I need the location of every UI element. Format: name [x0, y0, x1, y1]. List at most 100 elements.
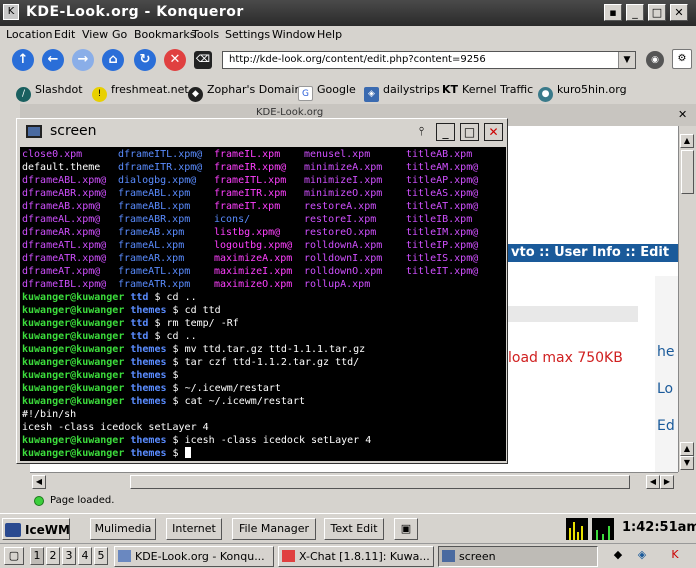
ls-entry: frameABR.xpm	[118, 214, 191, 225]
clock[interactable]: 1:42:51am	[622, 520, 696, 535]
bookmark-zophars-domain[interactable]: ◆ Zophar's Domain	[188, 82, 301, 102]
bookmark-kuro5hin[interactable]: ● kuro5hin.org	[538, 82, 627, 102]
scroll-up-arrow[interactable]: ▲	[680, 134, 694, 148]
side-link-1[interactable]: he	[657, 344, 675, 360]
ls-entry: maximizeA.xpm	[214, 253, 293, 264]
maximize-button[interactable]: □	[648, 4, 666, 21]
scroll-left-arrow[interactable]: ◀	[32, 475, 46, 489]
workspace-3[interactable]: 3	[62, 547, 76, 565]
bookmark-kernel-traffic[interactable]: KT Kernel Traffic	[442, 82, 533, 98]
url-input[interactable]: http://kde-look.org/content/edit.php?con…	[222, 51, 636, 69]
tray-icon-1[interactable]: ◆	[608, 547, 628, 565]
terminal-window[interactable]: screen ⫯ _ □ ✕ close0.xpm dframeITL.xpm@ f…	[16, 118, 508, 464]
task-konqueror[interactable]: KDE-Look.org - Konqu...	[114, 546, 274, 567]
ls-entry: rolldownA.xpm	[304, 240, 383, 251]
menu-window[interactable]: Window	[272, 28, 315, 41]
scroll-right-arrow[interactable]: ▶	[660, 475, 674, 489]
ls-entry: minimizeI.xpm	[304, 175, 383, 186]
ls-entry: icons/	[214, 214, 251, 225]
horizontal-scrollbar[interactable]: ◀ ◀ ▶	[30, 472, 678, 490]
ls-entry: dframeATL.xpm@	[22, 240, 107, 251]
terminal-line: kuwanger@kuwanger themes $	[22, 447, 506, 460]
menu-view[interactable]: View	[82, 28, 108, 41]
sticky-button[interactable]: ▪	[604, 4, 622, 21]
reload-icon[interactable]: ↻	[134, 49, 156, 71]
scroll-up-arrow-bottom[interactable]: ▲	[680, 442, 694, 456]
up-icon[interactable]: ↑	[12, 49, 34, 71]
menu-bookmarks[interactable]: Bookmarks	[134, 28, 195, 41]
menu-go[interactable]: Go	[112, 28, 127, 41]
terminal-icon[interactable]	[26, 125, 42, 138]
bookmark-dailystrips[interactable]: ◈ dailystrips	[364, 82, 440, 102]
kuro5hin-icon: ●	[538, 87, 553, 102]
vertical-scrollbar[interactable]: ▲ ▲ ▼	[678, 126, 696, 472]
task-screen[interactable]: screen	[438, 546, 598, 567]
ls-entry: titleAT.xpm@	[406, 201, 479, 212]
tab-kde-look[interactable]: KDE-Look.org	[256, 107, 323, 118]
bookmark-google[interactable]: G Google	[298, 82, 356, 101]
workspace-2[interactable]: 2	[46, 547, 60, 565]
scroll-left-arrow-right[interactable]: ◀	[646, 475, 660, 489]
workspace-4[interactable]: 4	[78, 547, 92, 565]
side-link-2[interactable]: Lo	[657, 381, 673, 397]
menu-location[interactable]: Location	[6, 28, 53, 41]
ls-entry: frameABL.xpm	[118, 201, 191, 212]
pin-icon[interactable]: ⫯	[412, 123, 431, 141]
forward-icon[interactable]: →	[72, 49, 94, 71]
google-icon: G	[298, 86, 313, 101]
terminal-titlebar[interactable]: screen ⫯ _ □ ✕	[18, 121, 506, 143]
clear-location-icon[interactable]: ⌫	[194, 51, 212, 69]
task-xchat[interactable]: X-Chat [1.8.11]: Kuwa...	[278, 546, 434, 567]
ls-entry: titleIM.xpm@	[406, 227, 479, 238]
search-icon[interactable]: ◉	[646, 51, 664, 69]
kernel-traffic-icon: KT	[442, 83, 459, 96]
stop-icon[interactable]: ✕	[164, 49, 186, 71]
window-list-icon[interactable]: ▢	[4, 547, 24, 565]
workspace-5[interactable]: 5	[94, 547, 108, 565]
ls-entry: close0.xpm	[22, 149, 83, 160]
home-icon[interactable]: ⌂	[102, 49, 124, 71]
terminal-close-button[interactable]: ✕	[484, 123, 503, 141]
main-toolbar: ↑ ← → ⌂ ↻ ✕ ⌫ http://kde-look.org/conten…	[0, 45, 696, 75]
scroll-thumb[interactable]	[681, 150, 694, 194]
menu-help[interactable]: Help	[317, 28, 342, 41]
side-link-3[interactable]: Ed	[657, 418, 675, 434]
konqueror-titlebar[interactable]: K KDE-Look.org - Konqueror ▪ _ □ ✕	[0, 0, 696, 26]
bookmark-slashdot[interactable]: / Slashdot	[16, 82, 83, 102]
menu-settings[interactable]: Settings	[225, 28, 270, 41]
show-desktop-icon[interactable]: ▣	[394, 518, 418, 540]
url-history-dropdown[interactable]: ▼	[618, 52, 635, 68]
terminal-minimize-button[interactable]: _	[436, 123, 455, 141]
back-icon[interactable]: ←	[42, 49, 64, 71]
terminal-screen[interactable]: close0.xpm dframeITL.xpm@ frameIL.xpm menus…	[20, 147, 506, 461]
quick-launch-text-edit[interactable]: Text Edit	[324, 518, 384, 540]
scroll-down-arrow[interactable]: ▼	[680, 456, 694, 470]
ls-entry: frameIL.xpm	[214, 149, 281, 160]
tray-icon-2[interactable]: ◈	[632, 547, 652, 565]
screen-task-icon	[442, 550, 455, 562]
icewm-start-button[interactable]: IceWM	[2, 518, 70, 540]
quick-launch-internet[interactable]: Internet	[166, 518, 222, 540]
close-tab-icon[interactable]: ✕	[678, 108, 687, 121]
ls-entry: frameATL.xpm	[118, 266, 191, 277]
terminal-line: kuwanger@kuwanger ttd $ rm temp/ -Rf	[22, 318, 245, 329]
ls-entry: restoreI.xpm	[304, 214, 377, 225]
konqueror-task-icon	[118, 550, 131, 562]
tray-icon-3[interactable]: K	[664, 547, 686, 567]
ls-entry: minimizeA.xpm	[304, 162, 383, 173]
quick-launch-file-manager[interactable]: File Manager	[232, 518, 316, 540]
close-button[interactable]: ✕	[670, 4, 688, 21]
quick-launch-multimedia[interactable]: Mulimedia	[90, 518, 156, 540]
ls-entry: titleAS.xpm@	[406, 188, 479, 199]
menu-tools[interactable]: Tools	[192, 28, 219, 41]
terminal-line: kuwanger@kuwanger themes $ cd ttd	[22, 305, 227, 316]
terminal-maximize-button[interactable]: □	[460, 123, 479, 141]
konqueror-app-icon[interactable]: K	[3, 4, 19, 20]
hscroll-thumb[interactable]	[130, 475, 630, 489]
upload-limit-text: load max 750KB	[508, 350, 623, 366]
bookmark-freshmeat[interactable]: ! freshmeat.net	[92, 82, 189, 102]
ls-entry: dialogbg.xpm@	[118, 175, 197, 186]
workspace-1[interactable]: 1	[30, 547, 44, 565]
minimize-button[interactable]: _	[626, 4, 644, 21]
menu-edit[interactable]: Edit	[54, 28, 75, 41]
